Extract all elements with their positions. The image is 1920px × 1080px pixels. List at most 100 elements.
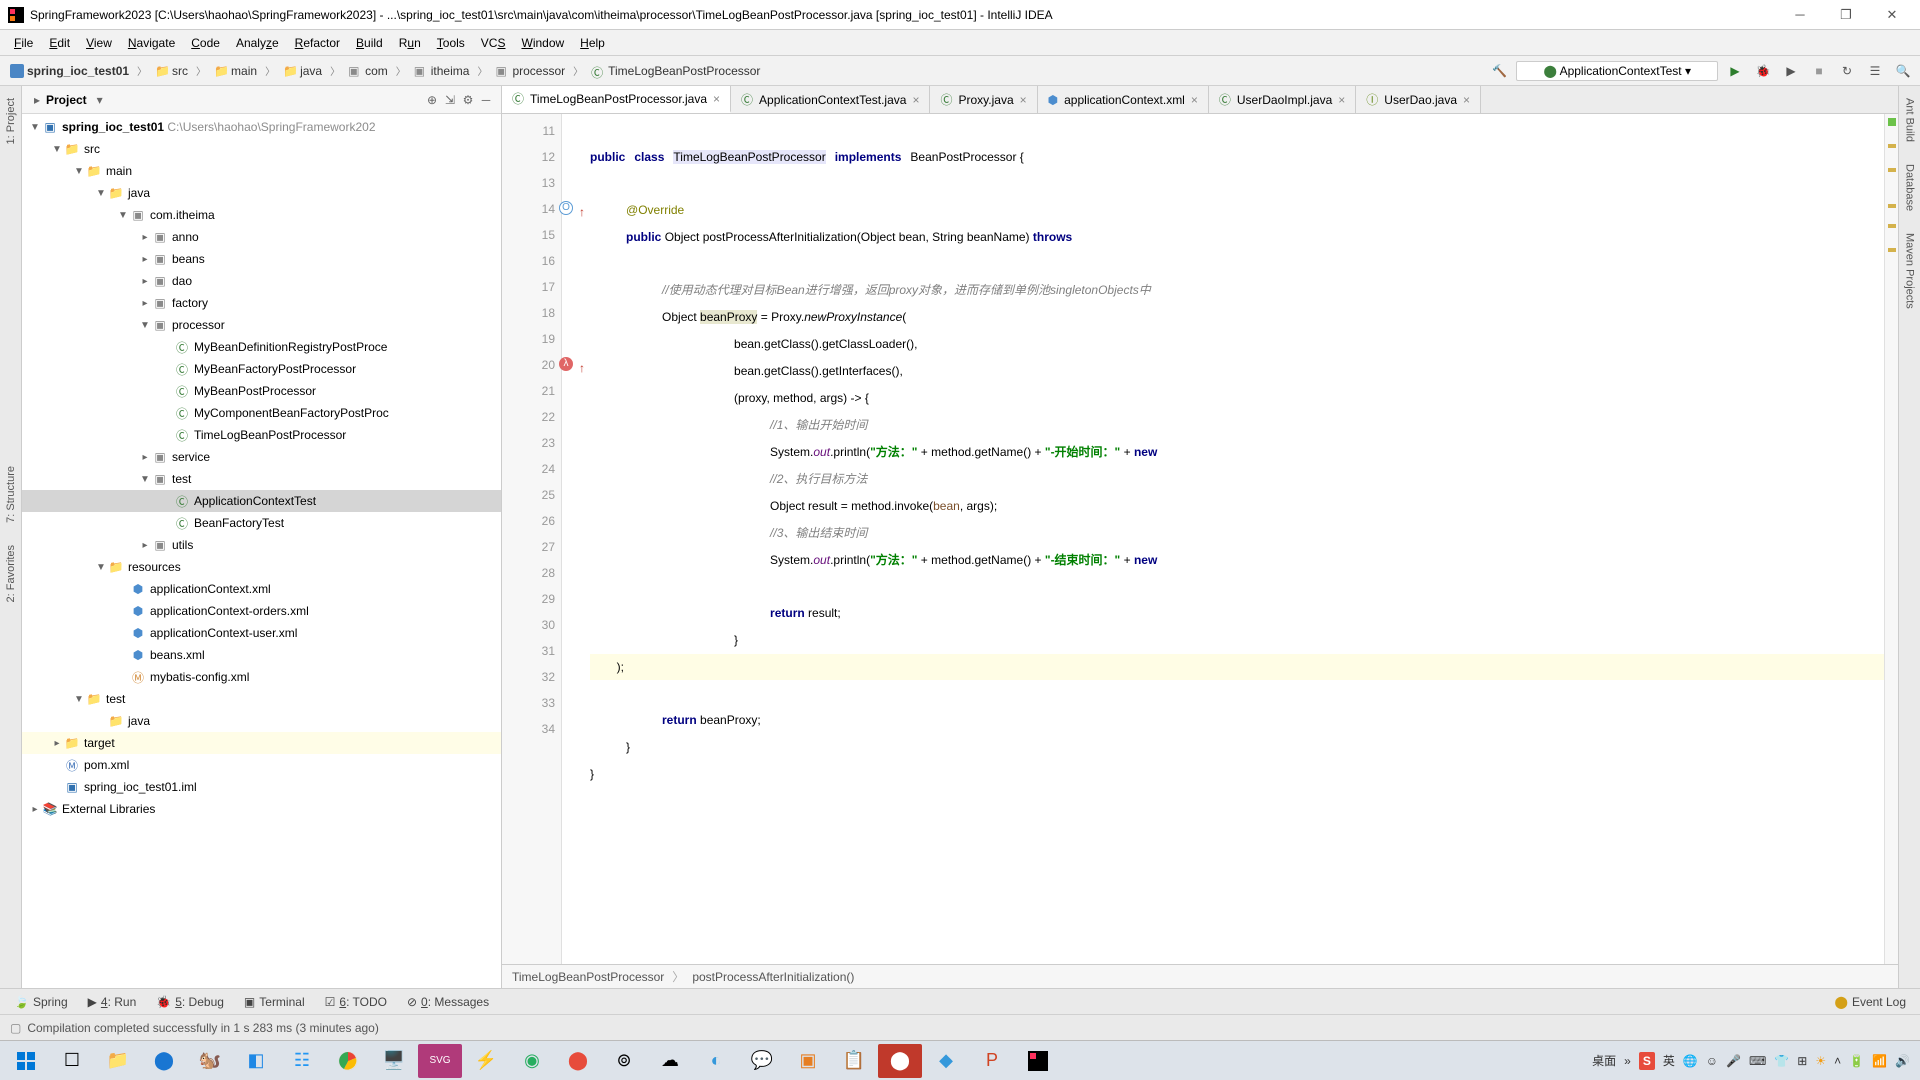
tab-close-icon[interactable]: × — [1020, 93, 1027, 107]
tool-eventlog[interactable]: ⬤ Event Log — [1827, 993, 1914, 1011]
close-button[interactable]: ✕ — [1878, 5, 1906, 25]
crumb-itheima[interactable]: ▣itheima — [410, 62, 474, 80]
tab-appcontext[interactable]: ⒸApplicationContextTest.java× — [731, 86, 930, 113]
tree-factory[interactable]: ▸▣factory — [22, 292, 501, 314]
menu-help[interactable]: Help — [572, 33, 613, 53]
crumb-class[interactable]: ⒸTimeLogBeanPostProcessor — [587, 62, 764, 80]
tray-battery-icon[interactable]: 🔋 — [1849, 1054, 1864, 1068]
taskbar-app-15[interactable]: ⬤ — [878, 1044, 922, 1078]
locate-icon[interactable]: ⊕ — [423, 93, 441, 107]
project-tree[interactable]: ▼▣spring_ioc_test01 C:\Users\haohao\Spri… — [22, 114, 501, 988]
project-view-select[interactable]: ▸ — [28, 93, 46, 107]
search-button[interactable]: 🔍 — [1892, 60, 1914, 82]
tab-close-icon[interactable]: × — [912, 93, 919, 107]
tool-messages[interactable]: ⊘ 0: Messages — [399, 993, 497, 1011]
tree-res-0[interactable]: ⬢applicationContext.xml — [22, 578, 501, 600]
crumb-processor[interactable]: ▣processor — [491, 62, 569, 80]
maximize-button[interactable]: ❐ — [1832, 5, 1860, 25]
tray-icon[interactable]: ⊞ — [1797, 1054, 1807, 1068]
coverage-button[interactable]: ▶ — [1780, 60, 1802, 82]
tree-root[interactable]: ▼▣spring_ioc_test01 C:\Users\haohao\Spri… — [22, 116, 501, 138]
crumb-module[interactable]: spring_ioc_test01 — [6, 62, 133, 80]
menu-analyze[interactable]: Analyze — [228, 33, 287, 53]
rail-maven[interactable]: Maven Projects — [1902, 229, 1918, 313]
taskbar-app-1[interactable]: ⬤ — [142, 1044, 186, 1078]
structure-button[interactable]: ☰ — [1864, 60, 1886, 82]
start-button[interactable] — [4, 1044, 48, 1078]
taskbar-app-9[interactable]: ⬤ — [556, 1044, 600, 1078]
tab-userdaoimpl[interactable]: ⒸUserDaoImpl.java× — [1209, 86, 1356, 113]
taskbar-app-12[interactable]: ◐ — [694, 1044, 738, 1078]
warning-marker[interactable] — [1888, 224, 1896, 228]
taskbar-app-10[interactable]: ⊚ — [602, 1044, 646, 1078]
menu-navigate[interactable]: Navigate — [120, 33, 183, 53]
rail-database[interactable]: Database — [1902, 160, 1918, 215]
tree-utils[interactable]: ▸▣utils — [22, 534, 501, 556]
crumb-java[interactable]: 📁java — [279, 62, 326, 80]
tree-iml[interactable]: ▣spring_ioc_test01.iml — [22, 776, 501, 798]
tree-proc-1[interactable]: ⒸMyBeanFactoryPostProcessor — [22, 358, 501, 380]
taskbar-explorer[interactable]: 📁 — [96, 1044, 140, 1078]
tray-ime[interactable]: S — [1639, 1052, 1655, 1070]
tray-weather-icon[interactable]: ☀ — [1815, 1054, 1826, 1068]
tray-icon[interactable]: 🌐 — [1683, 1054, 1698, 1068]
hide-icon[interactable]: ─ — [477, 93, 495, 107]
taskbar-app-5[interactable]: 🖥️ — [372, 1044, 416, 1078]
tree-res-4[interactable]: Ⓜmybatis-config.xml — [22, 666, 501, 688]
taskbar-wechat[interactable]: 💬 — [740, 1044, 784, 1078]
tool-run[interactable]: ▶ 4: Run — [80, 993, 145, 1011]
build-button[interactable]: 🔨 — [1488, 60, 1510, 82]
taskbar-app-4[interactable]: ☷ — [280, 1044, 324, 1078]
ed-crumb-class[interactable]: TimeLogBeanPostProcessor — [512, 970, 664, 984]
tab-appctxxml[interactable]: ⬢applicationContext.xml× — [1038, 86, 1209, 113]
rail-favorites[interactable]: 2: Favorites — [3, 541, 19, 606]
tab-proxy[interactable]: ⒸProxy.java× — [930, 86, 1037, 113]
menu-edit[interactable]: Edit — [41, 33, 78, 53]
tree-res-3[interactable]: ⬢beans.xml — [22, 644, 501, 666]
menu-refactor[interactable]: Refactor — [287, 33, 348, 53]
warning-marker[interactable] — [1888, 248, 1896, 252]
tree-dao[interactable]: ▸▣dao — [22, 270, 501, 292]
tree-res-1[interactable]: ⬢applicationContext-orders.xml — [22, 600, 501, 622]
rail-antbuild[interactable]: Ant Build — [1902, 94, 1918, 146]
tab-close-icon[interactable]: × — [1463, 93, 1470, 107]
minimize-button[interactable]: ─ — [1786, 5, 1814, 25]
tree-test-0[interactable]: ⒸApplicationContextTest — [22, 490, 501, 512]
taskbar-app-8[interactable]: ◉ — [510, 1044, 554, 1078]
taskbar-app-14[interactable]: 📋 — [832, 1044, 876, 1078]
editor-gutter[interactable]: 11121314O↑151617181920λ↑2122232425262728… — [502, 114, 562, 964]
tree-test2[interactable]: ▼📁test — [22, 688, 501, 710]
tree-java[interactable]: ▼📁java — [22, 182, 501, 204]
taskbar-app-11[interactable]: ☁ — [648, 1044, 692, 1078]
tree-res-2[interactable]: ⬢applicationContext-user.xml — [22, 622, 501, 644]
settings-icon[interactable]: ⚙ — [459, 93, 477, 107]
ed-crumb-method[interactable]: postProcessAfterInitialization() — [692, 970, 854, 984]
rail-project[interactable]: 1: Project — [3, 94, 19, 148]
collapse-icon[interactable]: ⇲ — [441, 93, 459, 107]
tree-test-1[interactable]: ⒸBeanFactoryTest — [22, 512, 501, 534]
menu-tools[interactable]: Tools — [429, 33, 473, 53]
tab-close-icon[interactable]: × — [1191, 93, 1198, 107]
crumb-src[interactable]: 📁src — [151, 62, 192, 80]
taskbar-app-6[interactable]: SVG — [418, 1044, 462, 1078]
tree-pom[interactable]: Ⓜpom.xml — [22, 754, 501, 776]
tree-main[interactable]: ▼📁main — [22, 160, 501, 182]
tray-icon[interactable]: ☺ — [1706, 1054, 1718, 1068]
debug-button[interactable]: 🐞 — [1752, 60, 1774, 82]
system-tray[interactable]: 桌面 » S 英 🌐 ☺ 🎤 ⌨ 👕 ⊞ ☀ ˄ 🔋 📶 🔊 — [1586, 1052, 1916, 1070]
menu-run[interactable]: Run — [391, 33, 429, 53]
tray-chevron[interactable]: » — [1624, 1054, 1631, 1068]
tree-service[interactable]: ▸▣service — [22, 446, 501, 468]
warning-marker[interactable] — [1888, 168, 1896, 172]
tab-close-icon[interactable]: × — [713, 92, 720, 106]
taskbar-app-16[interactable]: ◆ — [924, 1044, 968, 1078]
tree-ext[interactable]: ▸📚External Libraries — [22, 798, 501, 820]
stop-button[interactable]: ■ — [1808, 60, 1830, 82]
tree-pkg[interactable]: ▼▣com.itheima — [22, 204, 501, 226]
tree-beans[interactable]: ▸▣beans — [22, 248, 501, 270]
run-config-select[interactable]: ⬤ ApplicationContextTest ▾ — [1516, 61, 1718, 81]
tray-ime-label[interactable]: 英 — [1663, 1052, 1675, 1069]
taskbar-chrome[interactable] — [326, 1044, 370, 1078]
menu-build[interactable]: Build — [348, 33, 391, 53]
tray-chevron-up-icon[interactable]: ˄ — [1834, 1054, 1841, 1068]
